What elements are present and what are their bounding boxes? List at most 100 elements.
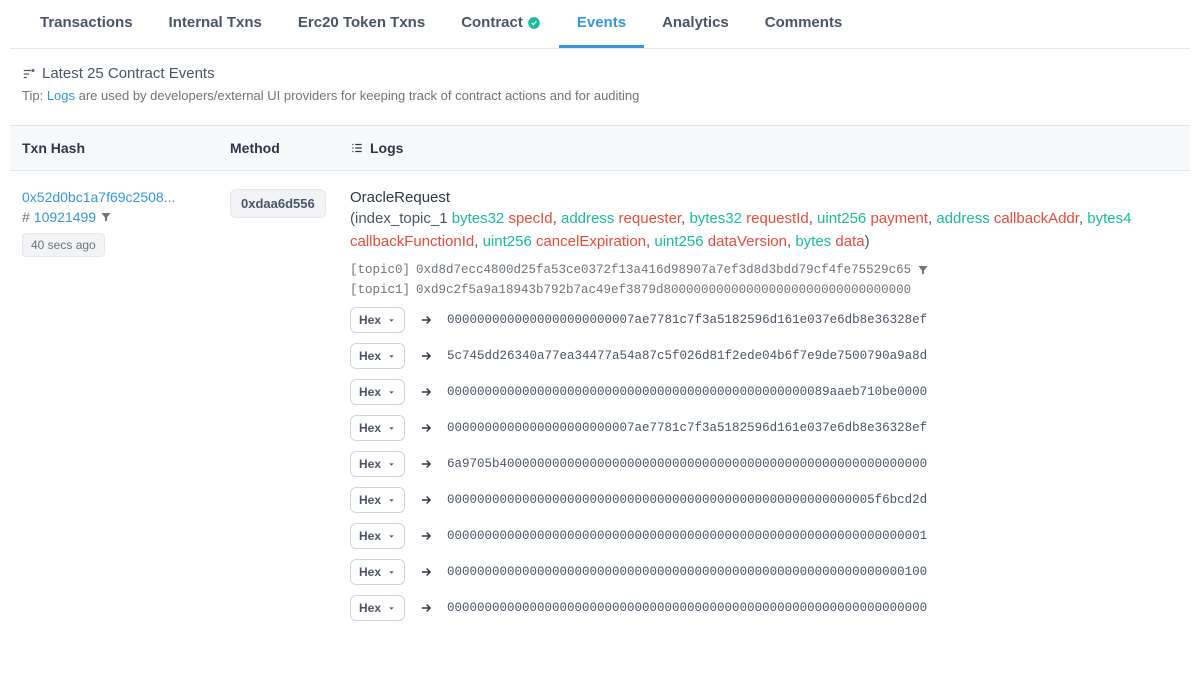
topic-line: [topic1] 0xd9c2f5a9a18943b792b7ac49ef3879… xyxy=(350,283,1178,297)
arrow-right-icon xyxy=(419,421,433,435)
tab-internal-txns[interactable]: Internal Txns xyxy=(151,0,280,48)
filter-icon[interactable] xyxy=(100,211,112,223)
col-method: 0xdaa6d556 xyxy=(230,189,350,625)
param-name: requestId xyxy=(746,210,809,227)
tab-events[interactable]: Events xyxy=(559,0,644,48)
sort-icon xyxy=(22,67,36,81)
section-title-text: Latest 25 Contract Events xyxy=(42,65,215,82)
format-select[interactable]: Hex xyxy=(350,595,405,621)
param-name: cancelExpiration xyxy=(536,233,646,250)
block-line: # 10921499 xyxy=(22,209,230,225)
tab-comments[interactable]: Comments xyxy=(747,0,861,48)
data-line: Hex 0000000000000000000000000000000000000… xyxy=(350,559,1178,585)
param-type: bytes xyxy=(795,233,831,250)
header-method: Method xyxy=(230,140,350,156)
data-value: 0000000000000000000000000000000000000000… xyxy=(447,385,927,399)
block-link[interactable]: 10921499 xyxy=(34,209,96,225)
header-logs: Logs xyxy=(350,140,1178,156)
param-type: uint256 xyxy=(483,233,532,250)
data-value: 0000000000000000000000000000000000000000… xyxy=(447,601,927,615)
data-value: 0000000000000000000000000000000000000000… xyxy=(447,565,927,579)
event-row: 0x52d0bc1a7f69c2508... # 10921499 40 sec… xyxy=(10,171,1190,643)
chevron-down-icon xyxy=(387,424,396,433)
tab-transactions[interactable]: Transactions xyxy=(22,0,151,48)
table-header: Txn Hash Method Logs xyxy=(10,125,1190,171)
tab-analytics[interactable]: Analytics xyxy=(644,0,747,48)
list-icon xyxy=(350,141,364,155)
topic-label: [topic1] xyxy=(350,283,410,297)
arrow-right-icon xyxy=(419,529,433,543)
format-select[interactable]: Hex xyxy=(350,487,405,513)
param-type: bytes32 xyxy=(689,210,742,227)
data-line: Hex 5c745dd26340a77ea34477a54a87c5f026d81… xyxy=(350,343,1178,369)
data-line: Hex 6a9705b400000000000000000000000000000… xyxy=(350,451,1178,477)
param-type: address xyxy=(561,210,614,227)
section-header: Latest 25 Contract Events Tip: Logs are … xyxy=(10,49,1190,107)
chevron-down-icon xyxy=(387,496,396,505)
topic-line: [topic0] 0xd8d7ecc4800d25fa53ce0372f13a41… xyxy=(350,263,1178,277)
chevron-down-icon xyxy=(387,388,396,397)
param-name: requester xyxy=(619,210,682,227)
data-value: 6a9705b400000000000000000000000000000000… xyxy=(447,457,927,471)
param-name: specId xyxy=(508,210,552,227)
chevron-down-icon xyxy=(387,460,396,469)
arrow-right-icon xyxy=(419,601,433,615)
topic-value: 0xd9c2f5a9a18943b792b7ac49ef3879d8000000… xyxy=(416,283,911,297)
param-type: uint256 xyxy=(654,233,703,250)
arrow-right-icon xyxy=(419,313,433,327)
filter-icon[interactable] xyxy=(917,264,929,276)
method-badge: 0xdaa6d556 xyxy=(230,189,326,218)
event-signature: (index_topic_1 bytes32 specId, address r… xyxy=(350,208,1178,253)
logs-link[interactable]: Logs xyxy=(47,88,75,103)
format-select[interactable]: Hex xyxy=(350,379,405,405)
data-line: Hex 0000000000000000000000000000000000000… xyxy=(350,487,1178,513)
col-hash: 0x52d0bc1a7f69c2508... # 10921499 40 sec… xyxy=(22,189,230,625)
param-type: bytes32 xyxy=(452,210,505,227)
section-title: Latest 25 Contract Events xyxy=(22,65,1178,82)
chevron-down-icon xyxy=(387,316,396,325)
format-select[interactable]: Hex xyxy=(350,523,405,549)
format-select[interactable]: Hex xyxy=(350,415,405,441)
data-value: 0000000000000000000000007ae7781c7f3a5182… xyxy=(447,313,927,327)
data-value: 0000000000000000000000000000000000000000… xyxy=(447,493,927,507)
data-value: 0000000000000000000000000000000000000000… xyxy=(447,529,927,543)
arrow-right-icon xyxy=(419,385,433,399)
arrow-right-icon xyxy=(419,457,433,471)
topic-value: 0xd8d7ecc4800d25fa53ce0372f13a416d98907a… xyxy=(416,263,911,277)
param-name: callbackAddr xyxy=(994,210,1079,227)
param-name: payment xyxy=(870,210,928,227)
data-line: Hex 0000000000000000000000000000000000000… xyxy=(350,523,1178,549)
tip-text: Tip: Logs are used by developers/externa… xyxy=(22,88,1178,103)
arrow-right-icon xyxy=(419,565,433,579)
time-badge: 40 secs ago xyxy=(22,233,105,257)
param-name: callbackFunctionId xyxy=(350,233,474,250)
param-name: dataVersion xyxy=(708,233,787,250)
verified-icon xyxy=(527,16,541,30)
event-name: OracleRequest xyxy=(350,189,1178,206)
data-value: 5c745dd26340a77ea34477a54a87c5f026d81f2e… xyxy=(447,349,927,363)
txn-hash-link[interactable]: 0x52d0bc1a7f69c2508... xyxy=(22,189,230,205)
chevron-down-icon xyxy=(387,568,396,577)
tab-erc20-token-txns[interactable]: Erc20 Token Txns xyxy=(280,0,443,48)
tabs-bar: TransactionsInternal TxnsErc20 Token Txn… xyxy=(10,0,1190,49)
col-logs: OracleRequest (index_topic_1 bytes32 spe… xyxy=(350,189,1178,625)
param-type: bytes4 xyxy=(1087,210,1131,227)
format-select[interactable]: Hex xyxy=(350,559,405,585)
data-line: Hex 0000000000000000000000000000000000000… xyxy=(350,379,1178,405)
format-select[interactable]: Hex xyxy=(350,343,405,369)
arrow-right-icon xyxy=(419,493,433,507)
data-line: Hex 0000000000000000000000007ae7781c7f3a5… xyxy=(350,415,1178,441)
param-type: address xyxy=(936,210,989,227)
param-name: data xyxy=(835,233,864,250)
format-select[interactable]: Hex xyxy=(350,451,405,477)
tab-contract[interactable]: Contract xyxy=(443,0,559,48)
format-select[interactable]: Hex xyxy=(350,307,405,333)
arrow-right-icon xyxy=(419,349,433,363)
data-line: Hex 0000000000000000000000007ae7781c7f3a5… xyxy=(350,307,1178,333)
data-value: 0000000000000000000000007ae7781c7f3a5182… xyxy=(447,421,927,435)
header-hash: Txn Hash xyxy=(22,140,230,156)
chevron-down-icon xyxy=(387,532,396,541)
param-type: uint256 xyxy=(817,210,866,227)
topic-label: [topic0] xyxy=(350,263,410,277)
data-line: Hex 0000000000000000000000000000000000000… xyxy=(350,595,1178,621)
